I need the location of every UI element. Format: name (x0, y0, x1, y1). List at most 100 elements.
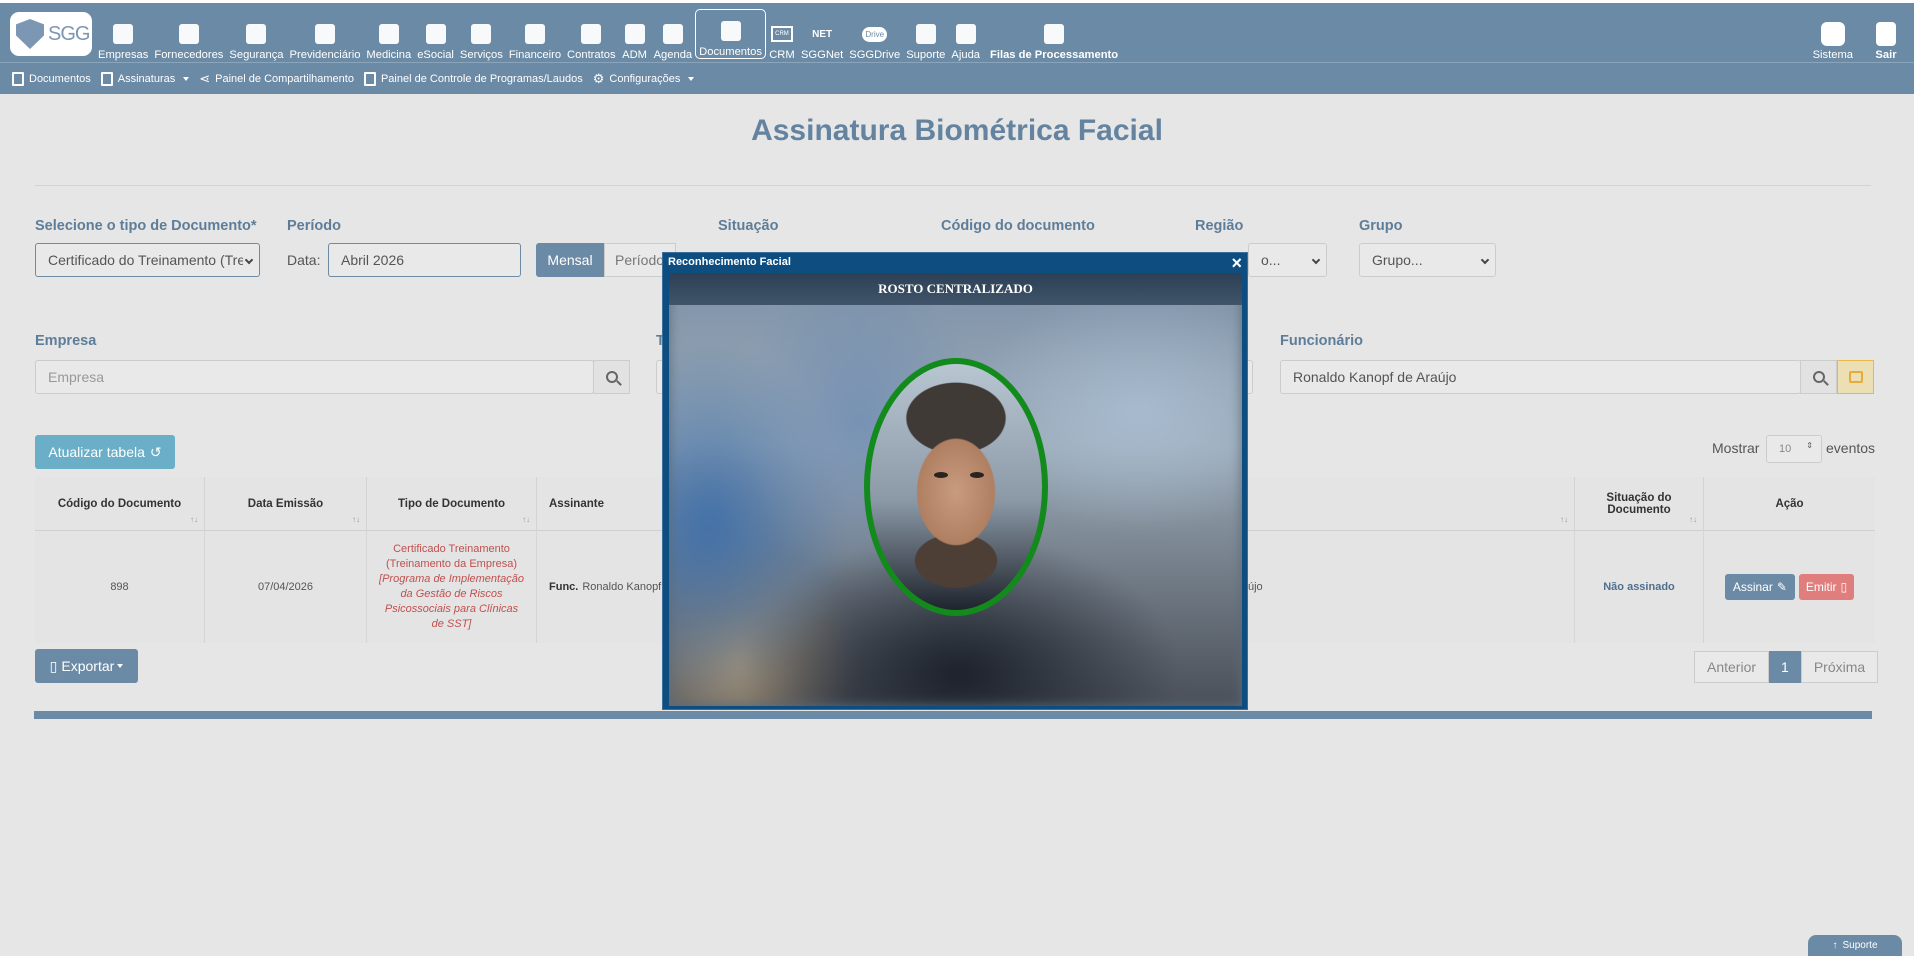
regiao-select[interactable]: o... (1248, 243, 1327, 277)
mostrar-label: Mostrar (1712, 440, 1760, 456)
empresa-search-button[interactable] (593, 360, 630, 394)
nav-sistema[interactable]: Sistema (1810, 9, 1856, 61)
empresa-input[interactable]: Empresa (35, 360, 594, 394)
nav-sggdrive[interactable]: Drive SGGDrive (846, 9, 903, 61)
subnav-assinaturas[interactable]: Assinaturas (100, 71, 190, 86)
assinar-button[interactable]: Assinar ✎ (1724, 573, 1795, 600)
esocial-icon-glyph (425, 24, 446, 44)
nav-documentos[interactable]: Documentos (695, 9, 766, 59)
search-icon (1812, 371, 1825, 383)
page-size-select[interactable]: 10 ⇕ (1766, 435, 1822, 463)
nav-suporte[interactable]: Suporte (903, 9, 948, 61)
nav-filas-de-processamento[interactable]: Filas de Processamento (987, 9, 1121, 61)
nav-sggnet[interactable]: NET SGGNet (798, 9, 846, 62)
pagination: Anterior 1 Próxima (1694, 651, 1879, 683)
subnav-documentos[interactable]: Documentos (12, 71, 91, 86)
nav-label: Filas de Processamento (990, 49, 1119, 61)
col-header-codigo[interactable]: Código do Documento ↑↓ (35, 477, 205, 530)
sort-icon: ↑↓ (1689, 515, 1697, 524)
clear-funcionario-button[interactable] (1837, 360, 1874, 394)
calendar-icon (660, 21, 686, 47)
pagination-prev[interactable]: Anterior (1694, 651, 1770, 683)
select-value: Certificado do Treinamento (Tre (48, 252, 243, 268)
pagination-next[interactable]: Próxima (1800, 651, 1879, 683)
subnav-compartilhamento[interactable]: ⋖ Painel de Compartilhamento (199, 71, 354, 87)
nav-previdenci-rio[interactable]: Previdenciário (287, 9, 364, 61)
mensal-button[interactable]: Mensal (536, 243, 604, 277)
grupo-select[interactable]: Grupo... (1359, 243, 1496, 277)
assinante-tail: újo (1248, 580, 1263, 593)
support-tab[interactable]: ↑ Suporte (1808, 935, 1902, 956)
nav-adm[interactable]: ADM (619, 9, 651, 61)
col-header-tipo[interactable]: Tipo de Documento ↑↓ (367, 477, 537, 530)
handshake-icon (312, 21, 338, 47)
nav-seguran-a[interactable]: Segurança (226, 9, 286, 61)
tipo-line1: Certificado Treinamento (Treinamento da … (385, 542, 518, 570)
close-icon[interactable]: × (1231, 253, 1242, 274)
net-icon: NET (809, 21, 835, 47)
face-guide-oval (864, 358, 1048, 616)
esocial-icon (423, 21, 449, 47)
sort-icon: ↑↓ (522, 515, 530, 524)
folder-users-icon (622, 21, 648, 47)
nav-crm[interactable]: CRM CRM (766, 9, 798, 61)
nav-financeiro[interactable]: Financeiro (506, 9, 564, 61)
system-gear-icon (1820, 21, 1846, 47)
subnav-configuracoes[interactable]: ⚙ Configurações (593, 71, 695, 87)
contract-icon (578, 21, 604, 47)
nav-sair[interactable]: Sair (1870, 9, 1902, 61)
header-label: Situação do Documento (1606, 491, 1672, 516)
header-label: Ação (1775, 497, 1804, 510)
caret-down-icon (183, 76, 190, 81)
nav-contratos[interactable]: Contratos (564, 9, 619, 61)
nav-esocial[interactable]: eSocial (414, 9, 457, 61)
nav-servi-os[interactable]: Serviços (457, 9, 506, 61)
nav-medicina[interactable]: Medicina (363, 9, 414, 61)
chevron-down-icon (1311, 255, 1321, 265)
shield-icon (16, 19, 44, 49)
data-input[interactable]: Abril 2026 (328, 243, 521, 277)
funcionario-search-button[interactable] (1800, 360, 1837, 394)
nav-ajuda[interactable]: Ajuda (948, 9, 983, 61)
cell-data: 07/04/2026 (205, 530, 367, 643)
document-icon (718, 18, 744, 44)
nav-agenda[interactable]: Agenda (651, 9, 696, 61)
nav-empresas[interactable]: Empresas (95, 9, 151, 61)
cell-tipo[interactable]: Certificado Treinamento (Treinamento da … (367, 530, 537, 643)
eventos-label: eventos (1826, 440, 1876, 456)
nav-fornecedores[interactable]: Fornecedores (151, 9, 226, 61)
exit-icon (1873, 21, 1899, 47)
periodo-label: Período (287, 218, 341, 234)
emitir-button[interactable]: Emitir ▯ (1798, 573, 1855, 600)
stethoscope-icon-glyph (378, 24, 399, 44)
col-header-acao: Ação (1704, 477, 1875, 530)
right-nav: Sistema Sair (1810, 9, 1902, 61)
pagination-page-1[interactable]: 1 (1769, 651, 1801, 683)
data-label: Data: (287, 252, 321, 268)
nav-label: ADM (622, 49, 647, 61)
sgg-logo[interactable]: SGG (10, 12, 92, 56)
folder-users-icon-glyph (624, 24, 645, 44)
sort-icon: ↑↓ (352, 515, 360, 524)
empresa-label: Empresa (35, 333, 97, 349)
col-header-data[interactable]: Data Emissão ↑↓ (205, 477, 367, 530)
sub-navbar: Documentos Assinaturas ⋖ Painel de Compar… (0, 62, 1914, 94)
clipboard-icon (363, 71, 376, 86)
nav-label: Agenda (653, 49, 693, 61)
col-header-situacao[interactable]: Situação do Documento ↑↓ (1575, 477, 1704, 530)
regiao-label: Região (1195, 218, 1244, 234)
page-title: Assinatura Biométrica Facial (751, 114, 1163, 147)
funcionario-input[interactable]: Ronaldo Kanopf de Araújo (1280, 360, 1801, 394)
face-status-banner: ROSTO CENTRALIZADO (669, 273, 1242, 305)
header-label: Assinante (549, 497, 604, 510)
exportar-button[interactable]: ▯ Exportar (35, 649, 138, 683)
nav-label: eSocial (417, 49, 454, 61)
subnav-controle[interactable]: Painel de Controle de Programas/Laudos (363, 71, 583, 86)
subnav-label: Documentos (29, 72, 91, 85)
tipo-documento-select[interactable]: Certificado do Treinamento (Tre (35, 243, 260, 277)
atualizar-tabela-button[interactable]: Atualizar tabela ↺ (35, 435, 175, 469)
select-value: o... (1261, 252, 1281, 268)
nav-label: Documentos (699, 46, 762, 58)
sign-icon: ✎ (1776, 579, 1787, 594)
crm-icon: CRM (769, 21, 795, 47)
